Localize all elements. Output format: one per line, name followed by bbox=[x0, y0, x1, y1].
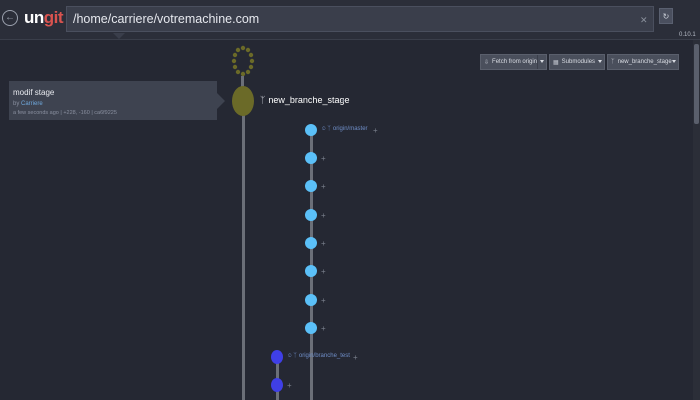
branch-icon: ᛉ bbox=[611, 59, 615, 65]
chevron-down-icon[interactable] bbox=[540, 60, 544, 63]
close-icon[interactable]: ✕ bbox=[640, 15, 648, 26]
submodules-label: Submodules bbox=[561, 59, 596, 65]
commit-author: by Carriere bbox=[13, 101, 43, 107]
branch-button-label: new_branche_stage bbox=[617, 59, 672, 65]
cloud-download-icon: ⇩ bbox=[484, 59, 490, 66]
branch-button[interactable]: ᛉ new_branche_stage bbox=[607, 54, 679, 70]
add-branch-icon[interactable]: + bbox=[373, 126, 378, 135]
add-branch-icon[interactable]: + bbox=[321, 182, 326, 191]
commit-node[interactable] bbox=[305, 124, 317, 136]
remote-ref-label[interactable]: ☉ ᛉ origin/master bbox=[322, 126, 368, 132]
head-branch-name: new_branche_stage bbox=[268, 95, 350, 105]
remote-ref-name: origin/branche_test bbox=[298, 353, 350, 359]
fetch-button[interactable]: ⇩ Fetch from origin bbox=[480, 54, 547, 70]
add-branch-icon[interactable]: + bbox=[353, 353, 358, 362]
commit-node[interactable] bbox=[271, 350, 283, 364]
commit-meta: a few seconds ago | +228, -160 | ca6f922… bbox=[13, 110, 117, 116]
head-commit-node[interactable] bbox=[232, 86, 254, 116]
add-branch-icon[interactable]: + bbox=[321, 154, 326, 163]
logo[interactable]: un git bbox=[24, 8, 64, 28]
grid-icon: ▦ bbox=[553, 59, 559, 66]
add-branch-icon[interactable]: + bbox=[321, 324, 326, 333]
logo-un: un bbox=[24, 8, 44, 27]
graph-line bbox=[242, 112, 245, 400]
commit-node[interactable] bbox=[305, 209, 317, 221]
globe-icon: ☉ ᛉ bbox=[322, 126, 331, 132]
refresh-icon[interactable]: ↻ bbox=[659, 8, 673, 24]
divider bbox=[537, 55, 538, 69]
submodules-button[interactable]: ▦ Submodules bbox=[549, 54, 605, 70]
chevron-down-icon[interactable] bbox=[598, 60, 602, 63]
commit-node[interactable] bbox=[305, 152, 317, 164]
add-branch-icon[interactable]: + bbox=[341, 96, 346, 105]
commit-node[interactable] bbox=[305, 322, 317, 334]
back-icon[interactable]: ← bbox=[2, 10, 18, 26]
commit-node[interactable] bbox=[305, 265, 317, 277]
path-caret bbox=[113, 33, 125, 39]
version-label: 0.10.1 bbox=[679, 32, 696, 38]
add-branch-icon[interactable]: + bbox=[321, 267, 326, 276]
remote-ref-name: origin/master bbox=[332, 126, 368, 132]
commit-author-name[interactable]: Carriere bbox=[21, 101, 43, 107]
branch-icon: ᛉ bbox=[260, 95, 266, 105]
commit-node[interactable] bbox=[305, 180, 317, 192]
chevron-down-icon[interactable] bbox=[672, 60, 676, 63]
commit-title: modif stage bbox=[13, 88, 55, 97]
commit-node[interactable] bbox=[271, 378, 283, 392]
logo-git: git bbox=[43, 8, 64, 27]
path-input[interactable]: /home/carriere/votremachine.com bbox=[66, 6, 654, 32]
scrollbar[interactable] bbox=[693, 40, 700, 400]
add-branch-icon[interactable]: + bbox=[287, 381, 292, 390]
top-bar: ← un git /home/carriere/votremachine.com … bbox=[0, 0, 700, 40]
add-branch-icon[interactable]: + bbox=[321, 296, 326, 305]
remote-ref-label[interactable]: ☉ ᛉ origin/branche_test bbox=[288, 353, 350, 359]
ungit-app: ← un git /home/carriere/votremachine.com … bbox=[0, 0, 700, 400]
globe-icon: ☉ ᛉ bbox=[288, 353, 297, 359]
head-branch-label[interactable]: ᛉ new_branche_stage bbox=[260, 95, 349, 105]
commit-node[interactable] bbox=[305, 237, 317, 249]
add-branch-icon[interactable]: + bbox=[321, 239, 326, 248]
commit-by: by bbox=[13, 101, 20, 107]
fetch-label: Fetch from origin bbox=[492, 59, 538, 65]
scrollbar-thumb[interactable] bbox=[694, 44, 699, 124]
add-branch-icon[interactable]: + bbox=[321, 211, 326, 220]
commit-card[interactable]: modif stage by Carriere a few seconds ag… bbox=[9, 81, 225, 120]
commit-node[interactable] bbox=[305, 294, 317, 306]
